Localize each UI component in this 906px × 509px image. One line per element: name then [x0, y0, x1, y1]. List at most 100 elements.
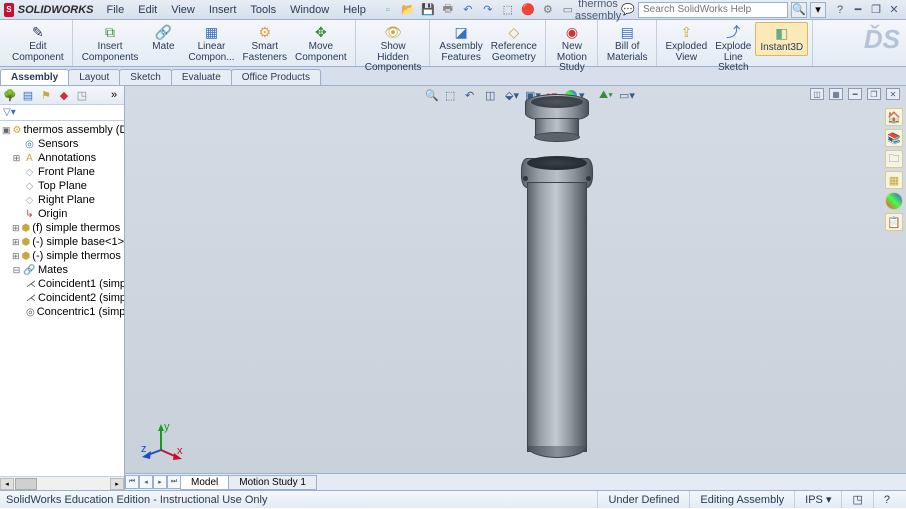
- vcr-first-icon[interactable]: ⏮: [125, 475, 139, 489]
- tree-top-plane[interactable]: ◇Top Plane: [0, 179, 124, 193]
- tree-mates[interactable]: ⊟🔗Mates: [0, 263, 124, 277]
- menu-view[interactable]: View: [164, 2, 202, 18]
- tree-front-plane[interactable]: ◇Front Plane: [0, 165, 124, 179]
- tab-assembly[interactable]: Assembly: [0, 69, 69, 85]
- reference-geometry-button[interactable]: ◇Reference Geometry: [487, 22, 541, 64]
- linear-pattern-button[interactable]: ▦Linear Compon...: [184, 22, 238, 64]
- dimxpert-tab-icon[interactable]: ◆: [57, 88, 71, 102]
- model-render: [465, 94, 665, 474]
- restore-icon[interactable]: ❐: [868, 3, 884, 17]
- search-input[interactable]: [638, 2, 788, 18]
- panel-flyout-icon[interactable]: »: [107, 88, 121, 102]
- vcr-last-icon[interactable]: ⏭: [167, 475, 181, 489]
- tree-part-base[interactable]: ⊞⬢(-) simple base<1> (Def: [0, 235, 124, 249]
- rebuild-icon[interactable]: 🔴: [521, 3, 535, 17]
- menu-insert[interactable]: Insert: [202, 2, 244, 18]
- tab-model[interactable]: Model: [180, 475, 229, 490]
- explode-line-sketch-button[interactable]: ⤴Explode Line Sketch: [711, 22, 755, 75]
- edit-component-button[interactable]: ✎Edit Component: [8, 22, 68, 64]
- tree-mate-coincident2[interactable]: ⋌Coincident2 (simple the: [0, 291, 124, 305]
- tab-motion-study[interactable]: Motion Study 1: [228, 475, 317, 490]
- orientation-triad[interactable]: y x z: [141, 422, 181, 462]
- menu-window[interactable]: Window: [283, 2, 336, 18]
- select-icon[interactable]: ⬚: [501, 3, 515, 17]
- tree-mate-concentric1[interactable]: ◎Concentric1 (simple the: [0, 305, 124, 319]
- tree-sensors[interactable]: ◎Sensors: [0, 137, 124, 151]
- tab-layout[interactable]: Layout: [68, 69, 120, 85]
- vp-minimize-icon[interactable]: ━: [848, 88, 862, 100]
- close-icon[interactable]: ✕: [886, 3, 902, 17]
- mates-folder-icon: 🔗: [23, 264, 36, 277]
- tree-part-lid[interactable]: ⊞⬢(-) simple thermos lid<1: [0, 249, 124, 263]
- task-file-explorer-icon[interactable]: 🗀: [885, 150, 903, 168]
- status-custom-icon[interactable]: ◳: [841, 491, 872, 508]
- menu-file[interactable]: File: [100, 2, 132, 18]
- instant3d-button[interactable]: ◧Instant3D: [755, 22, 808, 56]
- tree-origin[interactable]: ↳Origin: [0, 207, 124, 221]
- scroll-right-icon[interactable]: ▸: [110, 478, 124, 490]
- display-tab-icon[interactable]: ◳: [75, 88, 89, 102]
- tab-sketch[interactable]: Sketch: [119, 69, 172, 85]
- show-hidden-button[interactable]: 👁Show Hidden Components: [361, 22, 426, 75]
- bill-of-materials-button[interactable]: ▤Bill of Materials: [603, 22, 652, 64]
- save-icon[interactable]: 💾: [421, 3, 435, 17]
- vcr-next-icon[interactable]: ▸: [153, 475, 167, 489]
- smart-fasteners-button[interactable]: ⚙Smart Fasteners: [239, 22, 291, 64]
- search-dropdown[interactable]: ▾: [810, 2, 826, 18]
- vp-split-icon[interactable]: ◫: [810, 88, 824, 100]
- zoom-area-icon[interactable]: ⬚: [445, 89, 459, 103]
- tree-part-body[interactable]: ⊞⬢(f) simple thermos body: [0, 221, 124, 235]
- task-appearances-icon[interactable]: [885, 192, 903, 210]
- vp-maximize-icon[interactable]: ❐: [867, 88, 881, 100]
- menu-help[interactable]: Help: [336, 2, 373, 18]
- options-icon[interactable]: ⚙: [541, 3, 555, 17]
- tree-root[interactable]: ▣⚙thermos assembly (Default: [0, 123, 124, 137]
- status-units[interactable]: IPS ▾: [794, 491, 841, 508]
- part-icon: ⬢: [22, 222, 31, 235]
- tree-right-plane[interactable]: ◇Right Plane: [0, 193, 124, 207]
- task-pane: 🏠 📚 🗀 ▦ 📋: [885, 108, 903, 231]
- zoom-fit-icon[interactable]: 🔍: [425, 89, 439, 103]
- screen-capture-icon[interactable]: ▭: [561, 3, 575, 17]
- tab-evaluate[interactable]: Evaluate: [171, 69, 232, 85]
- assembly-features-button[interactable]: ◪Assembly Features: [435, 22, 486, 64]
- feature-tree[interactable]: ▣⚙thermos assembly (Default ◎Sensors ⊞AA…: [0, 121, 124, 476]
- status-help-icon[interactable]: ?: [873, 491, 900, 508]
- open-icon[interactable]: 📂: [401, 3, 415, 17]
- graphics-viewport[interactable]: 🔍 ⬚ ↶ ◫ ⬙▾ ▣▾ ●▾ ▾ ⛰▾ ▭▾ ◫ ▦ ━ ❐ ✕ 🏠 📚 🗀…: [125, 86, 906, 490]
- vp-tile-icon[interactable]: ▦: [829, 88, 843, 100]
- minimize-icon[interactable]: ━: [850, 3, 866, 17]
- filter-funnel-icon[interactable]: ▽▾: [3, 107, 16, 118]
- edit-component-icon: ✎: [29, 23, 47, 41]
- scroll-left-icon[interactable]: ◂: [0, 478, 14, 490]
- task-resources-icon[interactable]: 🏠: [885, 108, 903, 126]
- new-icon[interactable]: ▫: [381, 3, 395, 17]
- help-search: 💬 🔍 ▾: [621, 2, 826, 18]
- insert-components-button[interactable]: ⧉Insert Components: [78, 22, 143, 64]
- task-view-palette-icon[interactable]: ▦: [885, 171, 903, 189]
- vp-close-icon[interactable]: ✕: [886, 88, 900, 100]
- property-manager-tab-icon[interactable]: ▤: [21, 88, 35, 102]
- mate-button[interactable]: 🔗Mate: [142, 22, 184, 54]
- menu-tools[interactable]: Tools: [243, 2, 283, 18]
- new-motion-study-button[interactable]: ◉New Motion Study: [551, 22, 593, 75]
- exploded-view-button[interactable]: ⇪Exploded View: [662, 22, 712, 64]
- undo-icon[interactable]: ↶: [461, 3, 475, 17]
- task-design-library-icon[interactable]: 📚: [885, 129, 903, 147]
- tree-horizontal-scrollbar[interactable]: ◂ ▸: [0, 476, 124, 490]
- move-component-button[interactable]: ✥Move Component: [291, 22, 351, 64]
- configuration-tab-icon[interactable]: ⚑: [39, 88, 53, 102]
- tree-mate-coincident1[interactable]: ⋌Coincident1 (simple the: [0, 277, 124, 291]
- print-icon[interactable]: 🖶: [441, 3, 455, 17]
- tree-annotations[interactable]: ⊞AAnnotations: [0, 151, 124, 165]
- task-custom-props-icon[interactable]: 📋: [885, 213, 903, 231]
- bom-icon: ▤: [618, 23, 636, 41]
- help-icon[interactable]: ?: [832, 3, 848, 17]
- tab-office-products[interactable]: Office Products: [231, 69, 321, 85]
- scroll-thumb[interactable]: [15, 478, 37, 490]
- feature-tree-tab-icon[interactable]: 🌳: [3, 88, 17, 102]
- vcr-prev-icon[interactable]: ◂: [139, 475, 153, 489]
- redo-icon[interactable]: ↷: [481, 3, 495, 17]
- search-button[interactable]: 🔍: [791, 2, 807, 18]
- menu-edit[interactable]: Edit: [131, 2, 164, 18]
